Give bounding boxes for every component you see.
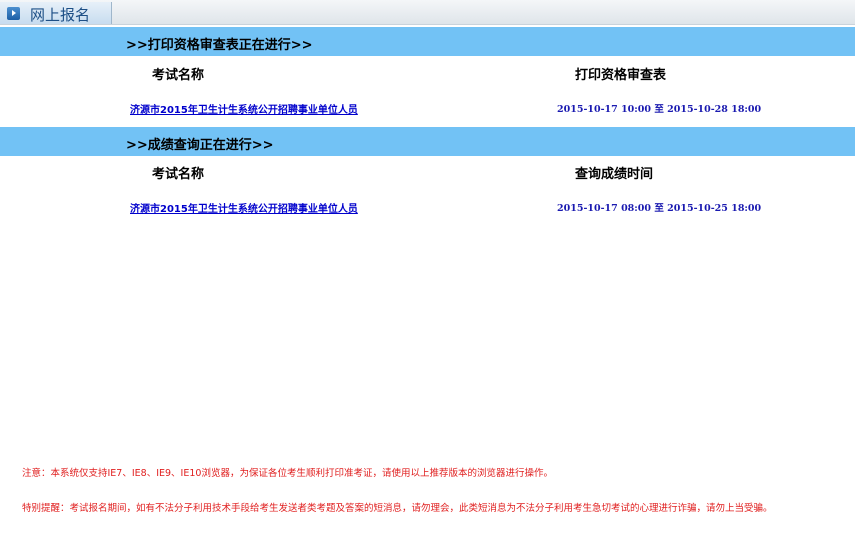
print-time-range: 2015-10-17 10:00 至 2015-10-28 18:00: [557, 104, 762, 115]
score-exam-link[interactable]: 济源市2015年卫生计生系统公开招聘事业单位人员: [130, 200, 358, 215]
score-col-time: 查询成绩时间: [575, 167, 654, 182]
score-col-exam-name: 考试名称: [152, 167, 205, 182]
tab-bar: 网上报名: [0, 0, 855, 25]
print-col-exam-name: 考试名称: [152, 68, 205, 83]
tab-label: 网上报名: [30, 7, 91, 24]
fraud-warning: 特别提醒：考试报名期间，如有不法分子利用技术手段给考生发送者类考题及答案的短消息…: [22, 503, 773, 514]
print-section-title: >>打印资格审查表正在进行>>: [126, 38, 313, 53]
score-section-bar: >>成绩查询正在进行>>: [0, 127, 855, 156]
print-col-time: 打印资格审查表: [575, 68, 667, 83]
tab-online-registration[interactable]: 网上报名: [0, 2, 112, 24]
arrow-right-icon: [7, 7, 20, 20]
score-section-title: >>成绩查询正在进行>>: [126, 138, 274, 153]
print-section-bar: >>打印资格审查表正在进行>>: [0, 27, 855, 56]
score-time-range: 2015-10-17 08:00 至 2015-10-25 18:00: [557, 203, 762, 214]
browser-notice: 注意：本系统仅支持IE7、IE8、IE9、IE10浏览器，为保证各位考生顺利打印…: [22, 468, 553, 479]
print-exam-link[interactable]: 济源市2015年卫生计生系统公开招聘事业单位人员: [130, 101, 358, 116]
